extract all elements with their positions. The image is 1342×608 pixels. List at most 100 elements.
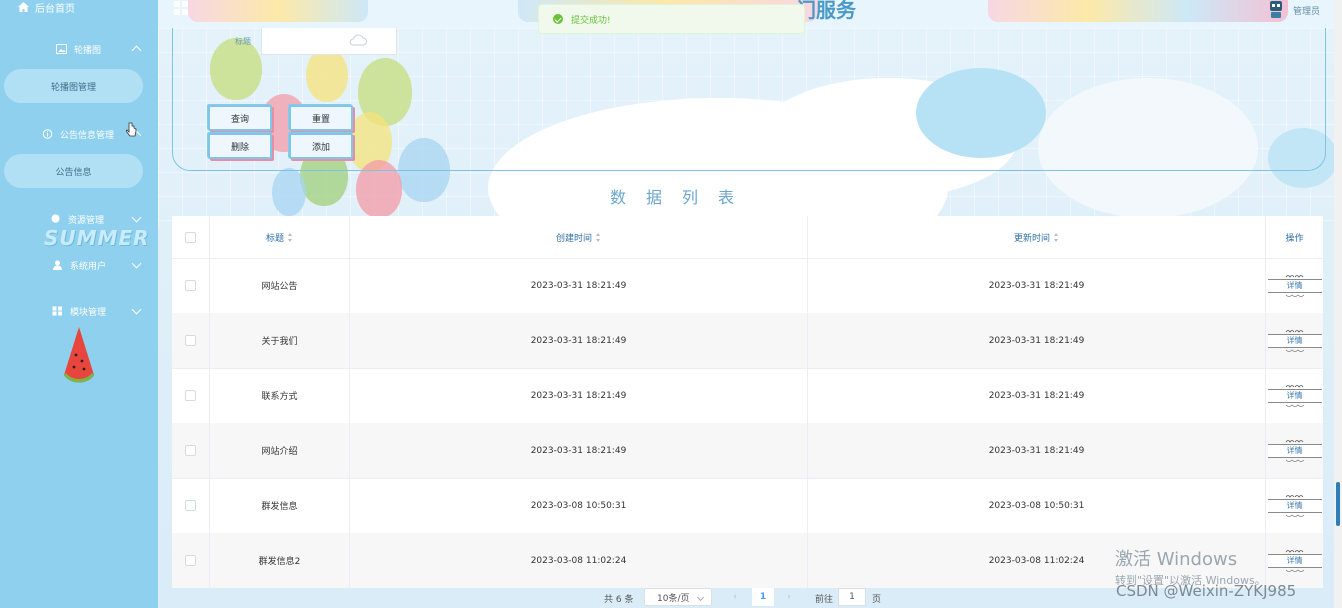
cell-updated: 2023-03-31 18:21:49	[808, 258, 1266, 313]
column-header-title[interactable]: 标题	[210, 216, 350, 258]
detail-button[interactable]: 详情	[1267, 436, 1322, 466]
sidebar-group-label: 公告信息管理	[60, 130, 115, 141]
user-name[interactable]: 管理员	[1293, 4, 1320, 17]
table-row: 群发信息 2023-03-08 10:50:31 2023-03-08 10:50:…	[172, 478, 1323, 534]
sidebar-item-carousel-manage[interactable]: 轮播图管理	[4, 69, 143, 103]
row-checkbox[interactable]	[185, 335, 196, 346]
delete-button[interactable]: 删除	[208, 133, 272, 159]
row-checkbox[interactable]	[185, 280, 196, 291]
goto-label: 前往	[815, 595, 834, 605]
header-decoration	[188, 0, 368, 22]
detail-button[interactable]: 详情	[1267, 546, 1322, 576]
select-all-cell	[172, 216, 210, 258]
row-select-cell	[172, 478, 210, 533]
sidebar-group-system-users[interactable]: 系统用户	[0, 254, 158, 276]
chevron-down-icon	[696, 593, 705, 602]
detail-button[interactable]: 详情	[1267, 491, 1322, 521]
sort-icon[interactable]	[288, 232, 293, 242]
info-icon	[42, 129, 53, 139]
home-icon	[18, 2, 29, 12]
cell-action: 详情	[1266, 478, 1323, 533]
select-all-checkbox[interactable]	[185, 231, 196, 243]
cell-action: 详情	[1266, 368, 1323, 423]
cell-title: 网站公告	[210, 258, 350, 313]
reset-button[interactable]: 重置	[289, 105, 353, 131]
chevron-down-icon	[131, 212, 142, 223]
page-number[interactable]: 1	[752, 588, 774, 606]
row-select-cell	[172, 258, 210, 313]
query-button[interactable]: 查询	[208, 105, 272, 131]
cell-action: 详情	[1266, 258, 1323, 313]
wave-decoration-icon	[1285, 404, 1304, 407]
table-header: 标题 创建时间 更新时间 操作	[172, 216, 1323, 259]
sidebar-item-home[interactable]: 后台首页	[18, 0, 75, 15]
sidebar-group-label: 系统用户	[70, 261, 107, 272]
add-button[interactable]: 添加	[289, 133, 353, 159]
summer-decoration: SUMMER	[44, 226, 150, 250]
page-size-select[interactable]: 10条/页	[644, 588, 712, 606]
sort-icon[interactable]	[596, 232, 601, 242]
row-select-cell	[172, 423, 210, 478]
data-table: 标题 创建时间 更新时间 操作 网站公告 2023-03-31 18:21:49 2…	[172, 216, 1323, 588]
chevron-up-icon	[131, 45, 142, 56]
row-select-cell	[172, 368, 210, 423]
csdn-watermark: CSDN @Weixin-ZYKJ985	[1116, 582, 1297, 600]
sort-icon[interactable]	[1054, 232, 1059, 242]
row-select-cell	[172, 313, 210, 368]
balloon-decoration	[272, 168, 306, 216]
pagination-total: 共 6 条	[604, 595, 634, 605]
table-row: 网站介绍 2023-03-31 18:21:49 2023-03-31 18:21:…	[172, 423, 1323, 479]
cell-updated: 2023-03-31 18:21:49	[808, 423, 1266, 478]
title-search-input[interactable]	[261, 28, 397, 55]
cell-action: 详情	[1266, 313, 1323, 368]
row-checkbox[interactable]	[185, 445, 196, 456]
column-header-updated[interactable]: 更新时间	[808, 216, 1266, 258]
row-checkbox[interactable]	[185, 390, 196, 401]
success-toast: 提交成功!	[538, 4, 805, 34]
sidebar-group-label: 模块管理	[70, 307, 107, 318]
grid-icon	[52, 306, 62, 316]
column-header-created[interactable]: 创建时间	[350, 216, 808, 258]
image-icon	[56, 44, 67, 54]
sidebar-item-label: 后台首页	[35, 3, 75, 15]
row-checkbox[interactable]	[185, 555, 196, 566]
sidebar-group-modules[interactable]: 模块管理	[0, 300, 158, 322]
cursor-icon	[126, 122, 137, 137]
prev-page-button[interactable]: ‹	[724, 588, 746, 606]
wave-decoration-icon	[1285, 459, 1304, 462]
cell-title: 网站介绍	[210, 423, 350, 478]
sidebar: 后台首页 轮播图 轮播图管理 公告信息管理 公告信息 资源管理 SUMMER 系…	[0, 0, 158, 608]
wave-decoration-icon	[1285, 514, 1304, 517]
detail-button[interactable]: 详情	[1267, 381, 1322, 411]
column-header-action: 操作	[1285, 233, 1304, 244]
detail-button[interactable]: 详情	[1267, 271, 1322, 301]
sidebar-item-label: 公告信息	[55, 167, 92, 178]
balloon-icon	[51, 214, 60, 223]
check-circle-icon	[553, 14, 563, 24]
cell-created: 2023-03-31 18:21:49	[350, 368, 808, 423]
cell-created: 2023-03-31 18:21:49	[350, 258, 808, 313]
watermelon-decoration	[64, 327, 94, 383]
sidebar-item-label: 轮播图管理	[50, 82, 96, 93]
vertical-scrollbar[interactable]	[1334, 0, 1342, 608]
sidebar-group-carousel[interactable]: 轮播图	[0, 38, 158, 60]
next-page-button[interactable]: ›	[778, 588, 800, 606]
scrollbar-thumb[interactable]	[1336, 482, 1340, 526]
site-title: 门服务	[796, 0, 856, 22]
toast-message: 提交成功!	[571, 15, 611, 26]
avatar[interactable]	[1268, 0, 1284, 18]
sidebar-group-label: 资源管理	[68, 215, 105, 226]
header-decoration	[988, 0, 1288, 22]
table-row: 联系方式 2023-03-31 18:21:49 2023-03-31 18:21:…	[172, 368, 1323, 424]
cell-created: 2023-03-31 18:21:49	[350, 313, 808, 368]
menu-toggle-icon[interactable]	[174, 1, 188, 15]
detail-button[interactable]: 详情	[1267, 326, 1322, 356]
list-title: 数据列表	[610, 188, 755, 207]
row-checkbox[interactable]	[185, 500, 196, 511]
goto-page-input[interactable]: 1	[838, 588, 866, 606]
cell-title: 群发信息2	[210, 533, 350, 588]
sidebar-item-notice-info[interactable]: 公告信息	[4, 154, 143, 188]
cell-updated: 2023-03-31 18:21:49	[808, 368, 1266, 423]
cell-updated: 2023-03-08 10:50:31	[808, 478, 1266, 533]
cell-updated: 2023-03-31 18:21:49	[808, 313, 1266, 368]
